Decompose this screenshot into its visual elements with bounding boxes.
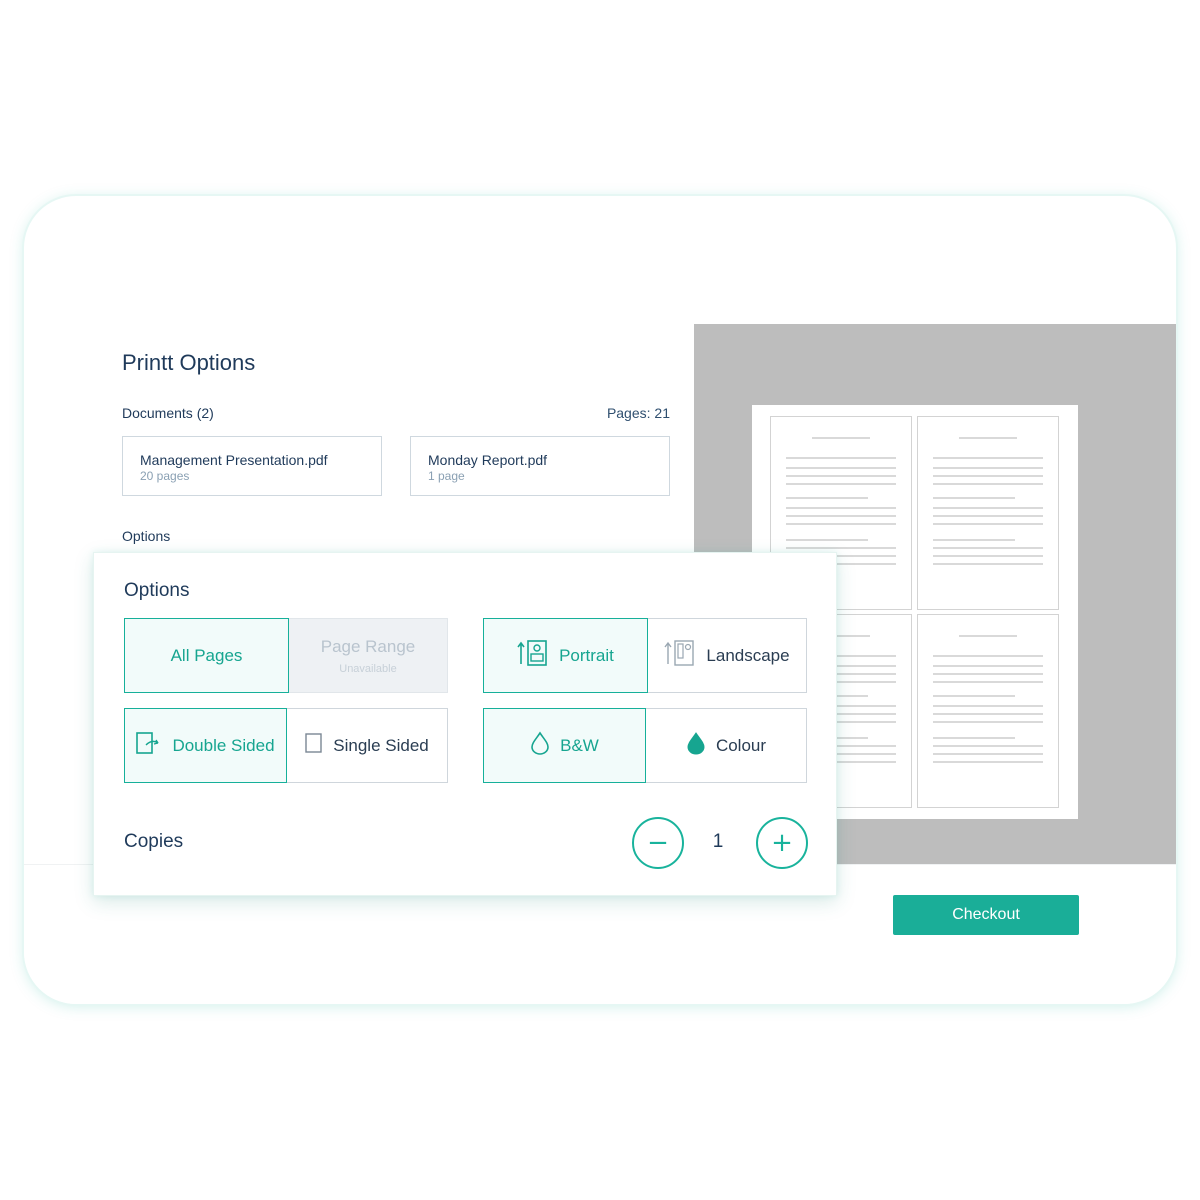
preview-text-line: [933, 713, 1043, 715]
all-pages-label: All Pages: [170, 645, 243, 665]
preview-text-line: [786, 483, 896, 485]
pages-total: Pages: 21: [606, 405, 670, 421]
double-sided-button[interactable]: Double Sided: [124, 708, 287, 783]
preview-text-line: [933, 695, 1015, 697]
page-title: Printt Options: [122, 350, 256, 375]
landscape-orientation-icon: [664, 640, 706, 671]
page-range-button[interactable]: Page Range Unavailable: [288, 618, 448, 693]
preview-text-line: [933, 753, 1043, 755]
preview-text-line: [786, 457, 896, 459]
all-pages-button[interactable]: All Pages: [124, 618, 289, 693]
portrait-label: Portrait: [559, 645, 614, 665]
preview-text-line: [933, 705, 1043, 707]
increment-copies-button[interactable]: +: [756, 817, 808, 869]
bw-button[interactable]: B&W: [483, 708, 646, 783]
colour-drop-icon: [686, 731, 716, 760]
single-sided-button[interactable]: Single Sided: [286, 708, 448, 783]
single-sided-label: Single Sided: [333, 735, 429, 755]
preview-text-line: [933, 547, 1043, 549]
double-sided-icon: [136, 731, 172, 760]
preview-text-line: [786, 475, 896, 477]
single-sided-checkbox-icon: [305, 733, 333, 758]
preview-text-line: [786, 523, 896, 525]
colour-button[interactable]: Colour: [645, 708, 807, 783]
preview-text-line: [933, 681, 1043, 683]
preview-text-line: [786, 515, 896, 517]
preview-text-line: [933, 761, 1043, 763]
documents-label: Documents (2): [122, 405, 214, 421]
double-sided-label: Double Sided: [172, 735, 275, 755]
document-name: Management Presentation.pdf: [140, 452, 328, 468]
colour-label: Colour: [715, 735, 767, 755]
document-pages: 20 pages: [140, 469, 190, 483]
preview-text-line: [933, 721, 1043, 723]
options-section-label: Options: [122, 528, 171, 544]
preview-text-line: [933, 539, 1015, 541]
preview-text-line: [933, 483, 1043, 485]
options-panel-title: Options: [124, 580, 190, 601]
preview-page: [917, 416, 1059, 610]
preview-heading-line: [959, 635, 1017, 637]
document-name: Monday Report.pdf: [428, 452, 548, 468]
bw-label: B&W: [560, 735, 599, 755]
preview-text-line: [786, 539, 868, 541]
portrait-button[interactable]: Portrait: [483, 618, 648, 693]
preview-text-line: [933, 467, 1043, 469]
preview-page: [917, 614, 1059, 808]
preview-text-line: [933, 563, 1043, 565]
preview-text-line: [933, 737, 1015, 739]
preview-text-line: [933, 457, 1043, 459]
preview-text-line: [933, 555, 1043, 557]
preview-text-line: [933, 507, 1043, 509]
page-range-label: Page Range: [320, 636, 416, 656]
preview-text-line: [933, 745, 1043, 747]
preview-text-line: [933, 673, 1043, 675]
checkout-button[interactable]: Checkout: [893, 895, 1079, 935]
preview-text-line: [786, 547, 896, 549]
landscape-label: Landscape: [706, 645, 790, 665]
document-pages: 1 page: [428, 469, 465, 483]
document-card[interactable]: Management Presentation.pdf 20 pages: [122, 436, 382, 496]
portrait-orientation-icon: [517, 640, 559, 671]
preview-text-line: [786, 467, 896, 469]
preview-text-line: [933, 523, 1043, 525]
bw-drop-icon: [530, 731, 560, 760]
landscape-button[interactable]: Landscape: [647, 618, 807, 693]
preview-heading-line: [959, 437, 1017, 439]
page-range-note: Unavailable: [339, 662, 397, 675]
preview-text-line: [786, 507, 896, 509]
copies-label: Copies: [124, 831, 184, 852]
preview-text-line: [933, 665, 1043, 667]
plus-icon: +: [771, 828, 793, 858]
preview-text-line: [933, 655, 1043, 657]
preview-text-line: [786, 497, 868, 499]
preview-text-line: [933, 515, 1043, 517]
preview-text-line: [933, 497, 1015, 499]
copies-count[interactable]: 1: [698, 831, 738, 853]
decrement-copies-button[interactable]: −: [632, 817, 684, 869]
preview-text-line: [933, 475, 1043, 477]
document-card[interactable]: Monday Report.pdf 1 page: [410, 436, 670, 496]
minus-icon: −: [647, 828, 669, 858]
options-panel: Options All Pages Page Range Unavailable…: [93, 552, 837, 896]
preview-heading-line: [812, 437, 870, 439]
